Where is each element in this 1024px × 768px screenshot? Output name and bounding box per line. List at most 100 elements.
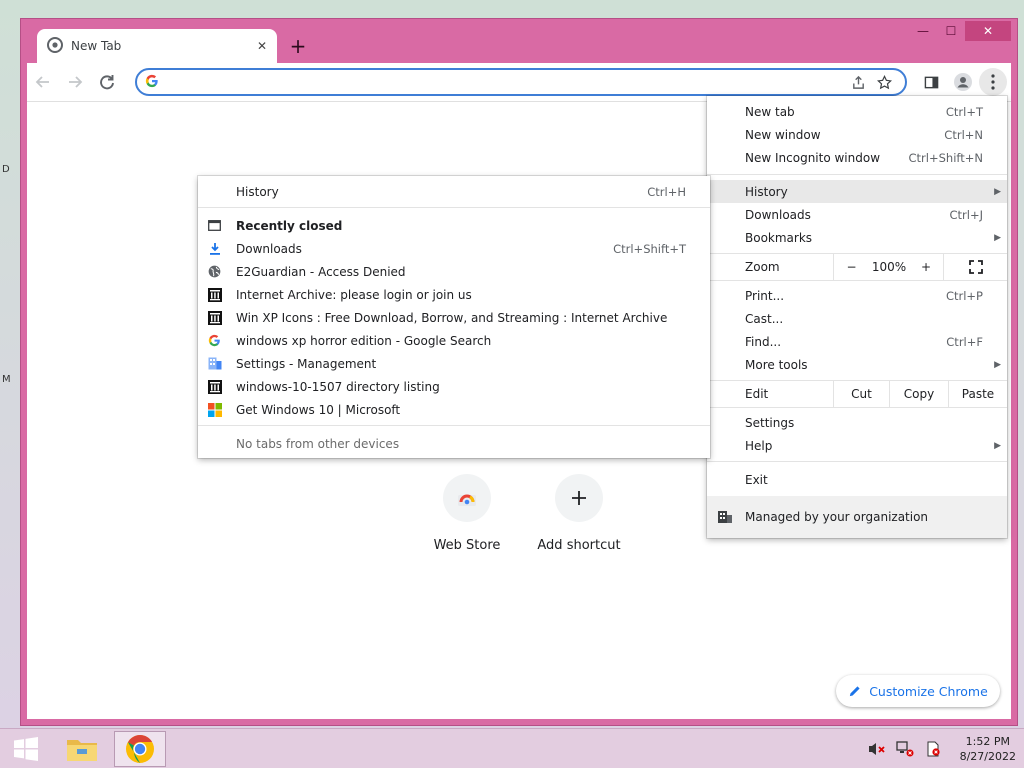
recent-item[interactable]: Get Windows 10 | Microsoft bbox=[198, 398, 710, 421]
menu-item-new-incognito[interactable]: New Incognito window Ctrl+Shift+N bbox=[707, 146, 1007, 169]
omnibox[interactable] bbox=[135, 68, 907, 96]
tab-title: New Tab bbox=[71, 39, 122, 53]
shortcut-web-store[interactable]: Web Store bbox=[417, 474, 517, 553]
clock-date: 8/27/2022 bbox=[959, 750, 1016, 763]
recent-item[interactable]: Downloads Ctrl+Shift+T bbox=[198, 237, 710, 260]
taskbar-clock[interactable]: 1:52 PM 8/27/2022 bbox=[960, 734, 1016, 764]
taskbar-file-explorer[interactable] bbox=[56, 731, 108, 767]
paste-button[interactable]: Paste bbox=[948, 381, 1007, 407]
close-window-button[interactable]: ✕ bbox=[965, 21, 1011, 41]
zoom-row: Zoom − 100% + bbox=[707, 254, 1007, 280]
minimize-button[interactable]: — bbox=[909, 21, 937, 41]
history-item-history[interactable]: History Ctrl+H bbox=[198, 180, 710, 203]
menu-item-label: Bookmarks bbox=[745, 230, 813, 245]
menu-item-cast[interactable]: Cast... bbox=[707, 307, 1007, 330]
recent-item[interactable]: Win XP Icons : Free Download, Borrow, an… bbox=[198, 306, 710, 329]
profile-avatar-icon bbox=[954, 73, 972, 91]
download-icon bbox=[207, 241, 222, 256]
customize-chrome-button[interactable]: Customize Chrome bbox=[836, 675, 1000, 707]
submenu-arrow-icon: ▶ bbox=[994, 186, 1001, 197]
kebab-menu-icon bbox=[991, 74, 995, 90]
recent-item-label: Downloads bbox=[236, 241, 302, 256]
profile-button[interactable] bbox=[947, 66, 979, 98]
edit-row: Edit Cut Copy Paste bbox=[707, 381, 1007, 407]
recent-item[interactable]: windows xp horror edition - Google Searc… bbox=[198, 329, 710, 352]
recent-item-label: Settings - Management bbox=[236, 356, 377, 371]
recent-item[interactable]: Settings - Management bbox=[198, 352, 710, 375]
menu-item-shortcut: Ctrl+J bbox=[949, 207, 984, 222]
menu-item-exit[interactable]: Exit bbox=[707, 468, 1007, 491]
maximize-button[interactable]: ☐ bbox=[937, 21, 965, 41]
archive-icon bbox=[207, 310, 222, 325]
menu-item-new-window[interactable]: New window Ctrl+N bbox=[707, 123, 1007, 146]
menu-item-bookmarks[interactable]: Bookmarks ▶ bbox=[707, 226, 1007, 249]
menu-item-print[interactable]: Print... Ctrl+P bbox=[707, 284, 1007, 307]
managed-by-organization[interactable]: Managed by your organization bbox=[707, 496, 1007, 538]
share-icon[interactable] bbox=[845, 70, 871, 94]
menu-item-more-tools[interactable]: More tools ▶ bbox=[707, 353, 1007, 376]
pencil-icon bbox=[850, 685, 860, 696]
address-input[interactable] bbox=[167, 74, 845, 90]
globe-icon bbox=[207, 264, 222, 279]
menu-item-shortcut: Ctrl+H bbox=[647, 184, 686, 199]
fullscreen-button[interactable] bbox=[943, 254, 1007, 280]
menu-item-label: History bbox=[745, 184, 788, 199]
window-controls: — ☐ ✕ bbox=[909, 21, 1011, 41]
menu-item-find[interactable]: Find... Ctrl+F bbox=[707, 330, 1007, 353]
zoom-value: 100% bbox=[871, 260, 907, 274]
zoom-in-button[interactable]: + bbox=[909, 254, 943, 280]
menu-item-shortcut: Ctrl+Shift+N bbox=[908, 150, 983, 165]
menu-item-shortcut: Ctrl+T bbox=[945, 104, 983, 119]
menu-item-new-tab[interactable]: New tab Ctrl+T bbox=[707, 100, 1007, 123]
taskbar-chrome[interactable] bbox=[114, 731, 166, 767]
cut-button[interactable]: Cut bbox=[833, 381, 889, 407]
menu-item-label: Cast... bbox=[745, 311, 784, 326]
menu-item-downloads[interactable]: Downloads Ctrl+J bbox=[707, 203, 1007, 226]
no-tabs-other-devices: No tabs from other devices bbox=[198, 432, 710, 455]
forward-button[interactable] bbox=[59, 66, 91, 98]
managed-label: Managed by your organization bbox=[745, 510, 929, 524]
add-shortcut-button[interactable]: Add shortcut bbox=[529, 474, 629, 553]
menu-button[interactable] bbox=[979, 68, 1007, 96]
forward-arrow-icon bbox=[69, 76, 83, 88]
window-icon bbox=[207, 218, 222, 233]
recent-item-label: Internet Archive: please login or join u… bbox=[236, 287, 472, 302]
shortcut-label: Web Store bbox=[433, 538, 501, 553]
desktop-edge-letter: M bbox=[2, 374, 11, 385]
customize-label: Customize Chrome bbox=[869, 683, 988, 699]
tab-close-icon[interactable]: ✕ bbox=[257, 39, 267, 53]
no-tabs-label: No tabs from other devices bbox=[236, 436, 400, 451]
start-button[interactable] bbox=[4, 733, 48, 765]
side-panel-button[interactable] bbox=[915, 66, 947, 98]
web-store-icon bbox=[443, 474, 491, 522]
submenu-arrow-icon: ▶ bbox=[994, 440, 1001, 451]
back-button[interactable] bbox=[27, 66, 59, 98]
copy-button[interactable]: Copy bbox=[889, 381, 948, 407]
recently-closed-heading: Recently closed bbox=[198, 214, 710, 237]
tab-new-tab[interactable]: New Tab ✕ bbox=[37, 29, 277, 63]
taskbar: 1:52 PM 8/27/2022 bbox=[0, 728, 1024, 768]
action-center-icon[interactable] bbox=[924, 740, 942, 758]
submenu-arrow-icon: ▶ bbox=[994, 359, 1001, 370]
history-submenu: History Ctrl+H Recently closed Downloads C… bbox=[198, 176, 710, 458]
archive-icon bbox=[207, 287, 222, 302]
recent-item[interactable]: windows-10-1507 directory listing bbox=[198, 375, 710, 398]
network-icon[interactable] bbox=[895, 740, 914, 758]
menu-item-settings[interactable]: Settings bbox=[707, 411, 1007, 434]
reload-button[interactable] bbox=[91, 66, 123, 98]
side-panel-icon bbox=[924, 76, 938, 88]
building-icon bbox=[718, 511, 732, 523]
recent-item[interactable]: E2Guardian - Access Denied bbox=[198, 260, 710, 283]
star-icon[interactable] bbox=[871, 70, 897, 94]
google-g-icon bbox=[145, 74, 159, 91]
volume-muted-icon[interactable] bbox=[868, 740, 886, 758]
menu-item-label: Exit bbox=[745, 472, 768, 487]
menu-item-help[interactable]: Help ▶ bbox=[707, 434, 1007, 457]
recent-item-label: windows-10-1507 directory listing bbox=[236, 379, 440, 394]
menu-item-history[interactable]: History ▶ bbox=[707, 180, 1007, 203]
recent-item[interactable]: Internet Archive: please login or join u… bbox=[198, 283, 710, 306]
new-tab-button[interactable]: + bbox=[287, 34, 309, 58]
desktop-edge-letter: D bbox=[2, 164, 10, 175]
menu-separator bbox=[707, 280, 1007, 281]
zoom-out-button[interactable]: − bbox=[833, 254, 869, 280]
